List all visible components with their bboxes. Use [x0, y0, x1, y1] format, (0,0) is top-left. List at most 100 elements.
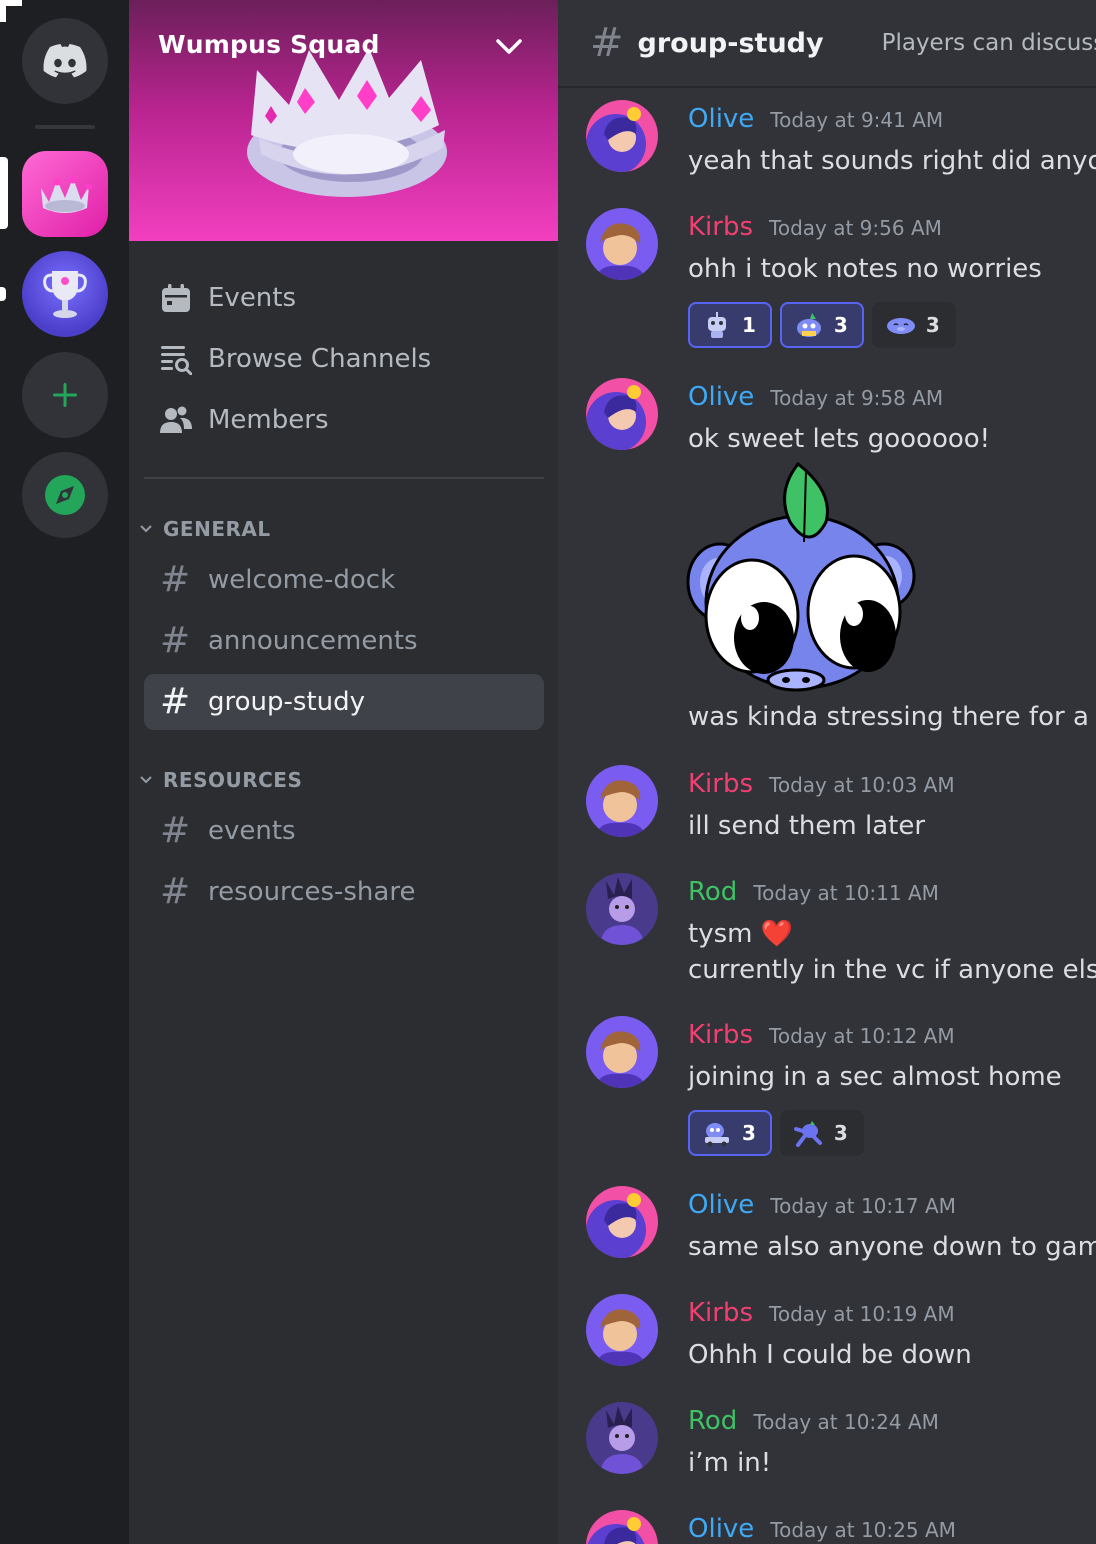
- username[interactable]: Olive: [688, 1190, 754, 1220]
- message-text: currently in the vc if anyone else w: [688, 955, 1096, 985]
- username[interactable]: Rod: [688, 877, 737, 907]
- message-text: ok sweet lets goooooo!: [688, 424, 991, 454]
- category-label: GENERAL: [163, 517, 271, 541]
- nav-browse-channels[interactable]: Browse Channels: [144, 332, 544, 386]
- category-resources[interactable]: RESOURCES: [137, 765, 302, 795]
- avatar-kirbs[interactable]: [586, 208, 658, 280]
- channel-announcements[interactable]: # announcements: [144, 613, 544, 669]
- reaction-wumpus-run[interactable]: 3: [779, 1110, 864, 1156]
- hash-icon: #: [160, 681, 191, 722]
- avatar-kirbs[interactable]: [586, 1294, 658, 1366]
- channel-label: announcements: [208, 626, 418, 656]
- channel-label: group-study: [208, 687, 366, 717]
- members-icon: [160, 404, 192, 436]
- avatar-olive[interactable]: [586, 378, 658, 450]
- message-text: was kinda stressing there for a bit: [688, 702, 1096, 732]
- message-text: yeah that sounds right did anyone: [688, 146, 1096, 176]
- message-text: tysm ❤️: [688, 919, 794, 949]
- timestamp: Today at 9:58 AM: [770, 386, 944, 410]
- timestamp: Today at 10:24 AM: [753, 1410, 939, 1434]
- avatar-rod[interactable]: [586, 1402, 658, 1474]
- calendar-icon: [160, 282, 192, 314]
- timestamp: Today at 10:03 AM: [769, 773, 955, 797]
- category-label: RESOURCES: [163, 768, 303, 792]
- channel-events[interactable]: # events: [144, 803, 544, 859]
- browse-channels-icon: [160, 343, 192, 375]
- username[interactable]: Rod: [688, 1406, 737, 1436]
- username[interactable]: Olive: [688, 1514, 754, 1544]
- avatar-kirbs[interactable]: [586, 1016, 658, 1088]
- server-trophy[interactable]: [22, 251, 108, 337]
- username[interactable]: Kirbs: [688, 1020, 753, 1050]
- reaction-wumpus-book[interactable]: 3: [779, 302, 864, 348]
- hash-icon: #: [160, 810, 191, 851]
- message-text: Ohhh I could be down: [688, 1340, 972, 1370]
- hash-icon: #: [160, 559, 191, 600]
- channel-title: group-study: [637, 27, 824, 59]
- channel-header: # group-study Players can discuss str: [558, 0, 1096, 88]
- timestamp: Today at 9:41 AM: [770, 108, 944, 132]
- nav-members[interactable]: Members: [144, 393, 544, 447]
- discord-logo-icon: [43, 44, 87, 78]
- avatar-olive[interactable]: [586, 100, 658, 172]
- channel-group-study[interactable]: # group-study: [144, 674, 544, 730]
- trophy-icon: [43, 271, 87, 318]
- compass-icon: [45, 475, 85, 515]
- category-general[interactable]: GENERAL: [137, 514, 271, 544]
- username[interactable]: Olive: [688, 104, 754, 134]
- reaction-wumpus-sleep[interactable]: 3: [871, 302, 956, 348]
- timestamp: Today at 10:19 AM: [769, 1302, 955, 1326]
- chat-area: # group-study Players can discuss str Ol…: [558, 0, 1096, 1544]
- channel-label: events: [208, 816, 296, 846]
- discover-button[interactable]: [22, 452, 108, 538]
- avatar-olive[interactable]: [586, 1186, 658, 1258]
- hash-icon: #: [590, 20, 624, 66]
- reaction-wumpus-car[interactable]: 3: [688, 1110, 772, 1156]
- server-wumpus-squad[interactable]: [22, 151, 108, 237]
- unread-indicator: [0, 287, 6, 301]
- add-server-button[interactable]: [22, 352, 108, 438]
- message-text: ill send them later: [688, 811, 926, 841]
- nav-browse-channels-label: Browse Channels: [208, 344, 432, 374]
- message-text: ohh i took notes no worries: [688, 254, 1042, 284]
- avatar-olive[interactable]: [586, 1510, 658, 1544]
- plus-icon: [53, 383, 77, 407]
- rail-separator: [35, 125, 95, 129]
- home-button[interactable]: [22, 18, 108, 104]
- hash-icon: #: [160, 620, 191, 661]
- timestamp: Today at 10:12 AM: [769, 1024, 955, 1048]
- reaction-count: 3: [925, 313, 940, 337]
- chevron-down-icon: [140, 776, 152, 784]
- crown-icon: [41, 176, 92, 213]
- server-banner[interactable]: Wumpus Squad: [129, 0, 558, 241]
- channel-welcome-dock[interactable]: # welcome-dock: [144, 552, 544, 608]
- username[interactable]: Kirbs: [688, 1298, 753, 1328]
- chevron-down-icon[interactable]: [495, 38, 523, 56]
- channel-topic[interactable]: Players can discuss str: [882, 30, 1096, 56]
- username[interactable]: Kirbs: [688, 769, 753, 799]
- nav-members-label: Members: [208, 405, 329, 435]
- message-text: i’m in!: [688, 1448, 772, 1478]
- timestamp: Today at 10:25 AM: [770, 1518, 956, 1542]
- reaction-robot[interactable]: 1: [688, 302, 772, 348]
- sidebar-divider: [144, 477, 544, 479]
- hash-icon: #: [160, 871, 191, 912]
- username[interactable]: Olive: [688, 382, 754, 412]
- wumpus-sleep-emoji-icon: [886, 318, 915, 334]
- blueberry-wumpus-sticker[interactable]: [686, 462, 918, 692]
- channel-resources-share[interactable]: # resources-share: [144, 864, 544, 920]
- reaction-count: 3: [833, 313, 848, 337]
- wumpus-car-emoji-icon: [705, 1123, 729, 1147]
- nav-events-label: Events: [208, 283, 297, 313]
- avatar-rod[interactable]: [586, 873, 658, 945]
- window-corner: [0, 0, 22, 22]
- chevron-down-icon: [140, 525, 152, 533]
- avatar-kirbs[interactable]: [586, 765, 658, 837]
- reaction-bar: 3 3: [688, 1110, 864, 1156]
- username[interactable]: Kirbs: [688, 212, 753, 242]
- nav-events[interactable]: Events: [144, 271, 544, 325]
- reaction-count: 3: [833, 1121, 848, 1145]
- timestamp: Today at 10:11 AM: [753, 881, 939, 905]
- timestamp: Today at 10:17 AM: [770, 1194, 956, 1218]
- wumpus-run-emoji-icon: [793, 1121, 822, 1147]
